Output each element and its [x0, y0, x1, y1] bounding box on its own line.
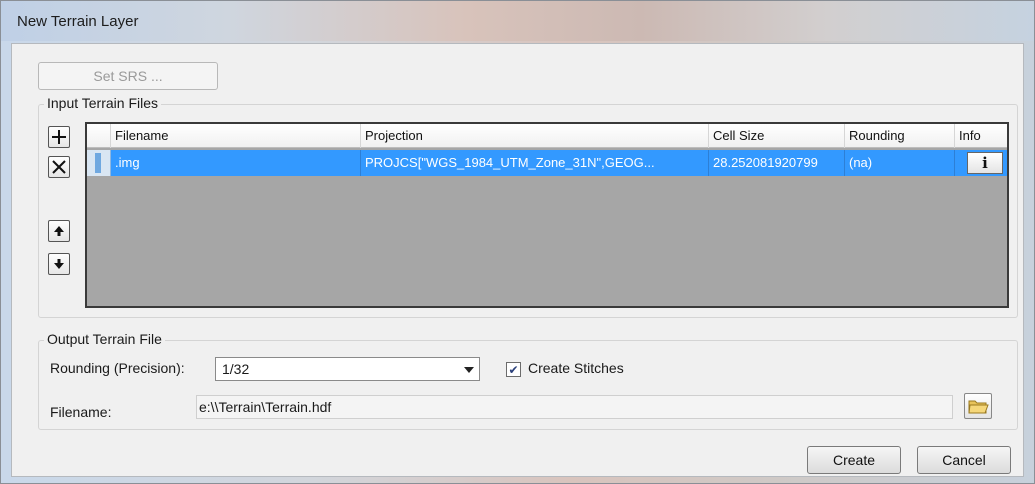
column-header-projection[interactable]: Projection [361, 124, 709, 148]
cell-cell-size: 28.252081920799 [709, 150, 845, 176]
move-down-button[interactable] [48, 253, 70, 275]
input-terrain-files-label: Input Terrain Files [44, 95, 162, 111]
close-icon [52, 160, 66, 174]
table-header: Filename Projection Cell Size Rounding I… [87, 124, 1007, 148]
info-button[interactable]: i [967, 152, 1003, 174]
rounding-label: Rounding (Precision): [50, 360, 185, 376]
create-button[interactable]: Create [807, 446, 901, 474]
row-selector[interactable] [87, 150, 111, 176]
output-terrain-file-label: Output Terrain File [44, 331, 165, 347]
set-srs-button[interactable]: Set SRS ... [38, 62, 218, 90]
column-header-info[interactable]: Info [955, 124, 1007, 148]
table-row[interactable]: .img PROJCS["WGS_1984_UTM_Zone_31N",GEOG… [87, 150, 1007, 176]
new-terrain-layer-window: New Terrain Layer Set SRS ... Input Terr… [0, 0, 1035, 484]
row-header-corner [87, 124, 111, 148]
input-files-table: Filename Projection Cell Size Rounding I… [85, 122, 1009, 308]
remove-file-button[interactable] [48, 156, 70, 178]
folder-icon [968, 400, 989, 414]
column-header-rounding[interactable]: Rounding [845, 124, 955, 148]
cell-projection: PROJCS["WGS_1984_UTM_Zone_31N",GEOG... [361, 150, 709, 176]
cell-rounding: (na) [845, 150, 955, 176]
arrow-up-icon [54, 226, 64, 236]
create-stitches-checkbox[interactable]: ✔ [506, 362, 521, 377]
arrow-down-icon [54, 259, 64, 269]
create-stitches-label[interactable]: Create Stitches [528, 360, 624, 376]
column-header-filename[interactable]: Filename [111, 124, 361, 148]
move-up-button[interactable] [48, 220, 70, 242]
plus-icon [52, 130, 66, 144]
add-file-button[interactable] [48, 126, 70, 148]
check-icon: ✔ [508, 362, 519, 377]
cancel-button[interactable]: Cancel [917, 446, 1011, 474]
cell-filename: .img [111, 150, 361, 176]
filename-field[interactable]: e:\\Terrain\Terrain.hdf [196, 395, 953, 419]
window-title: New Terrain Layer [17, 13, 139, 30]
rounding-select[interactable]: 1/32 [215, 357, 480, 381]
chevron-down-icon [464, 367, 474, 373]
rounding-value: 1/32 [222, 361, 250, 377]
info-icon: i [982, 154, 988, 172]
filename-label: Filename: [50, 404, 112, 420]
title-bar[interactable]: New Terrain Layer [1, 1, 1034, 41]
cell-info: i [955, 150, 1007, 176]
browse-folder-button[interactable] [964, 393, 992, 419]
column-header-cell-size[interactable]: Cell Size [709, 124, 845, 148]
